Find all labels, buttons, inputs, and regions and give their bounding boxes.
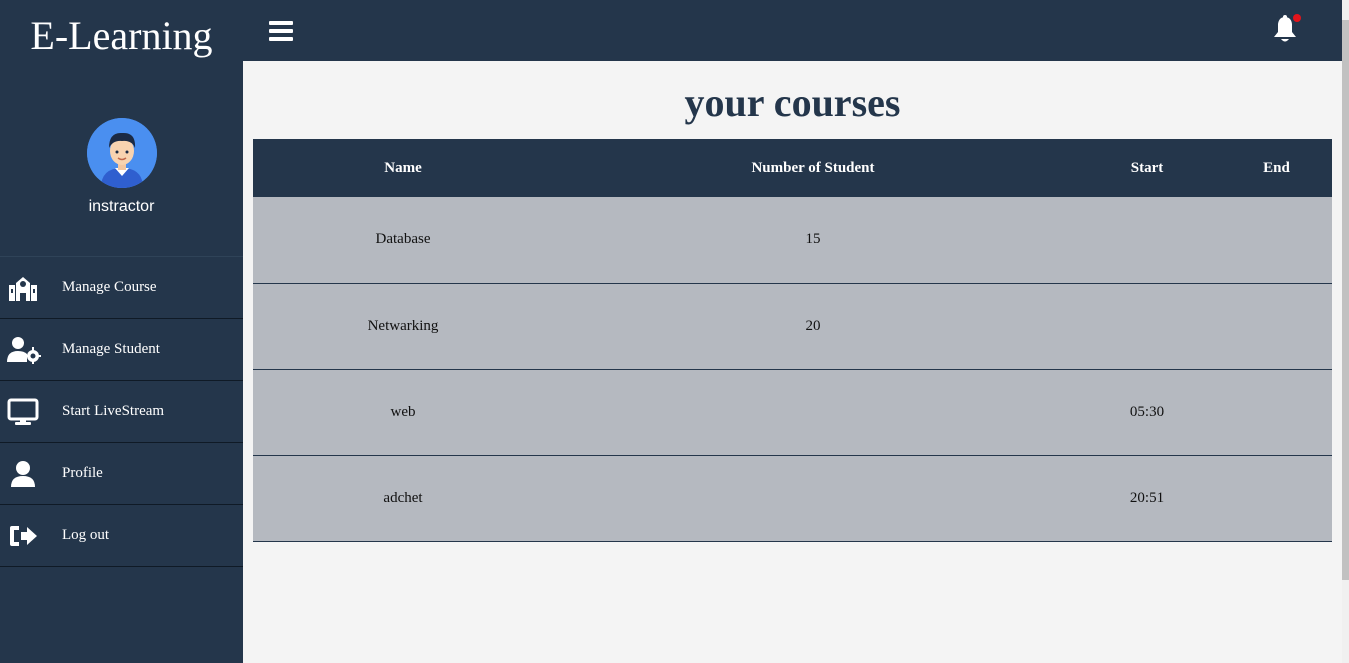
sidebar-item-manage-course[interactable]: Manage Course bbox=[0, 257, 243, 319]
column-header-number-of-student[interactable]: Number of Student bbox=[553, 139, 1073, 197]
cell-number-of-student: 20 bbox=[805, 317, 821, 334]
table-row[interactable]: Database 15 bbox=[253, 197, 1332, 283]
table-row[interactable]: Netwarking 20 bbox=[253, 283, 1332, 369]
brand-logo[interactable]: E-Learning bbox=[0, 0, 243, 70]
logout-icon bbox=[0, 523, 62, 549]
cell-end bbox=[1221, 455, 1332, 541]
cell-number-of-student: 15 bbox=[805, 231, 821, 248]
hamburger-icon[interactable] bbox=[269, 21, 293, 41]
sidebar-item-label: Start LiveStream bbox=[62, 403, 165, 419]
column-header-start[interactable]: Start bbox=[1073, 139, 1221, 197]
courses-table: Name Number of Student Start End Databas… bbox=[253, 139, 1332, 542]
scrollbar-thumb[interactable] bbox=[1342, 20, 1349, 580]
page-title: your courses bbox=[684, 80, 901, 125]
notification-badge bbox=[1293, 14, 1301, 22]
cell-start bbox=[1073, 283, 1221, 369]
profile-name: instractor bbox=[88, 198, 155, 215]
table-row[interactable]: web 05:30 bbox=[253, 369, 1332, 455]
topbar bbox=[243, 0, 1342, 61]
cell-start bbox=[1073, 197, 1221, 283]
avatar-illustration-icon bbox=[86, 118, 157, 188]
cell-name: Database bbox=[375, 231, 431, 248]
column-header-end[interactable]: End bbox=[1221, 139, 1332, 197]
user-cog-icon bbox=[0, 336, 62, 364]
main-content: your courses Name Number of Student Star… bbox=[243, 61, 1342, 663]
user-icon bbox=[0, 460, 62, 488]
table-row[interactable]: adchet 20:51 bbox=[253, 455, 1332, 541]
sidebar-item-label: Log out bbox=[62, 527, 110, 543]
table-header-row: Name Number of Student Start End bbox=[253, 139, 1332, 197]
sidebar-item-profile[interactable]: Profile bbox=[0, 443, 243, 505]
cell-start: 20:51 bbox=[1129, 489, 1165, 506]
column-header-name[interactable]: Name bbox=[253, 139, 553, 197]
cell-end bbox=[1221, 197, 1332, 283]
sidebar-item-start-livestream[interactable]: Start LiveStream bbox=[0, 381, 243, 443]
sidebar-item-manage-student[interactable]: Manage Student bbox=[0, 319, 243, 381]
sidebar-item-label: Manage Course bbox=[62, 279, 157, 295]
sidebar-item-label: Profile bbox=[62, 465, 103, 481]
cell-number-of-student bbox=[553, 369, 1073, 455]
sidebar-item-label: Manage Student bbox=[62, 341, 160, 357]
avatar[interactable] bbox=[86, 118, 157, 188]
sidebar: E-Learning instractor Manage Course Mana… bbox=[0, 0, 243, 663]
profile-block: instractor bbox=[0, 118, 243, 216]
school-icon bbox=[0, 275, 62, 301]
cell-end bbox=[1221, 369, 1332, 455]
cell-name: web bbox=[390, 403, 416, 420]
sidebar-item-logout[interactable]: Log out bbox=[0, 505, 243, 567]
cell-name: Netwarking bbox=[367, 317, 439, 334]
sidebar-menu: Manage Course Manage Student Start LiveS… bbox=[0, 256, 243, 567]
cell-end bbox=[1221, 283, 1332, 369]
cell-name: adchet bbox=[383, 489, 423, 506]
cell-start: 05:30 bbox=[1129, 403, 1165, 420]
cell-number-of-student bbox=[553, 455, 1073, 541]
monitor-icon bbox=[0, 398, 62, 426]
